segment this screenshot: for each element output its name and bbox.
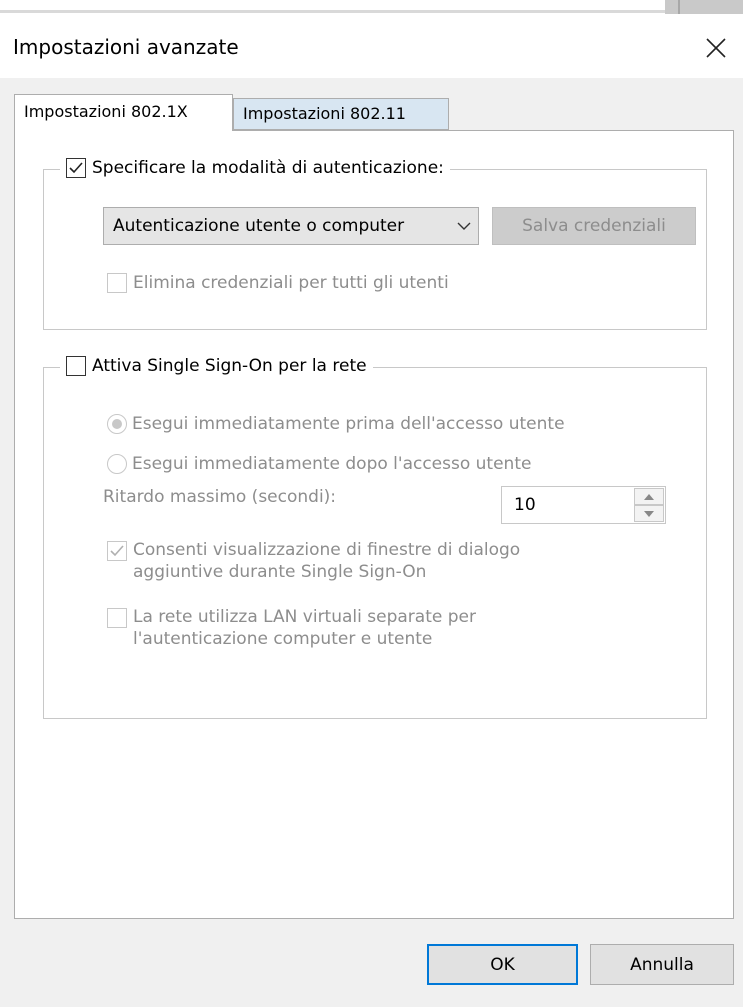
background-window-strip <box>0 0 743 14</box>
vlan-row: La rete utilizza LAN virtuali separate p… <box>107 606 476 650</box>
tab-panel: Specificare la modalità di autenticazion… <box>14 130 734 919</box>
tab-8021x[interactable]: Impostazioni 802.1X <box>14 94 233 131</box>
spin-up-button[interactable] <box>634 488 664 505</box>
max-delay-spinner[interactable]: 10 <box>501 486 666 524</box>
max-delay-label: Ritardo massimo (secondi): <box>103 487 337 507</box>
spin-down-button[interactable] <box>634 505 664 522</box>
background-window-edge <box>665 0 743 14</box>
before-logon-row: Esegui immediatamente prima dell'accesso… <box>107 414 565 434</box>
title-bar: Impostazioni avanzate <box>0 14 743 78</box>
checkmark-icon <box>110 545 124 557</box>
enable-sso-label[interactable]: Attiva Single Sign-On per la rete <box>92 356 367 376</box>
allow-dialogs-row: Consenti visualizzazione di finestre di … <box>107 539 520 583</box>
max-delay-row: Ritardo massimo (secondi): <box>103 487 336 507</box>
dialog-footer: OK Annulla <box>0 919 743 1007</box>
chevron-down-icon <box>644 510 654 517</box>
auth-mode-select[interactable]: Autenticazione utente o computer <box>103 207 479 245</box>
ok-button[interactable]: OK <box>427 944 578 985</box>
auth-mode-group <box>43 169 707 330</box>
allow-dialogs-checkbox[interactable] <box>107 541 127 561</box>
specify-mode-label[interactable]: Specificare la modalità di autenticazion… <box>92 158 444 178</box>
sso-legend: Attiva Single Sign-On per la rete <box>60 356 373 376</box>
before-logon-radio[interactable] <box>107 414 127 434</box>
auth-mode-legend: Specificare la modalità di autenticazion… <box>60 158 450 178</box>
chevron-up-icon <box>644 493 654 500</box>
after-logon-label[interactable]: Esegui immediatamente dopo l'accesso ute… <box>132 454 531 474</box>
tab-80211[interactable]: Impostazioni 802.11 <box>233 98 449 130</box>
delete-credentials-checkbox[interactable] <box>107 273 127 293</box>
vlan-label[interactable]: La rete utilizza LAN virtuali separate p… <box>133 606 476 650</box>
before-logon-label[interactable]: Esegui immediatamente prima dell'accesso… <box>132 414 565 434</box>
close-icon <box>706 38 726 58</box>
chevron-down-icon <box>452 208 472 244</box>
close-button[interactable] <box>696 28 736 68</box>
after-logon-radio[interactable] <box>107 454 127 474</box>
max-delay-value[interactable]: 10 <box>514 487 536 523</box>
vlan-checkbox[interactable] <box>107 608 127 628</box>
specify-mode-checkbox[interactable] <box>66 158 86 178</box>
allow-dialogs-label[interactable]: Consenti visualizzazione di finestre di … <box>133 539 520 583</box>
after-logon-row: Esegui immediatamente dopo l'accesso ute… <box>107 454 531 474</box>
tab-strip: Impostazioni 802.1X Impostazioni 802.11 <box>14 94 734 131</box>
save-credentials-button[interactable]: Salva credenziali <box>492 207 696 245</box>
auth-mode-selected: Autenticazione utente o computer <box>113 216 405 236</box>
delete-credentials-label[interactable]: Elimina credenziali per tutti gli utenti <box>133 273 449 293</box>
window-title: Impostazioni avanzate <box>13 35 239 59</box>
cancel-button[interactable]: Annulla <box>590 944 734 985</box>
enable-sso-checkbox[interactable] <box>66 356 86 376</box>
delete-credentials-row: Elimina credenziali per tutti gli utenti <box>107 273 449 293</box>
background-divider <box>0 10 665 13</box>
checkmark-icon <box>69 162 83 174</box>
